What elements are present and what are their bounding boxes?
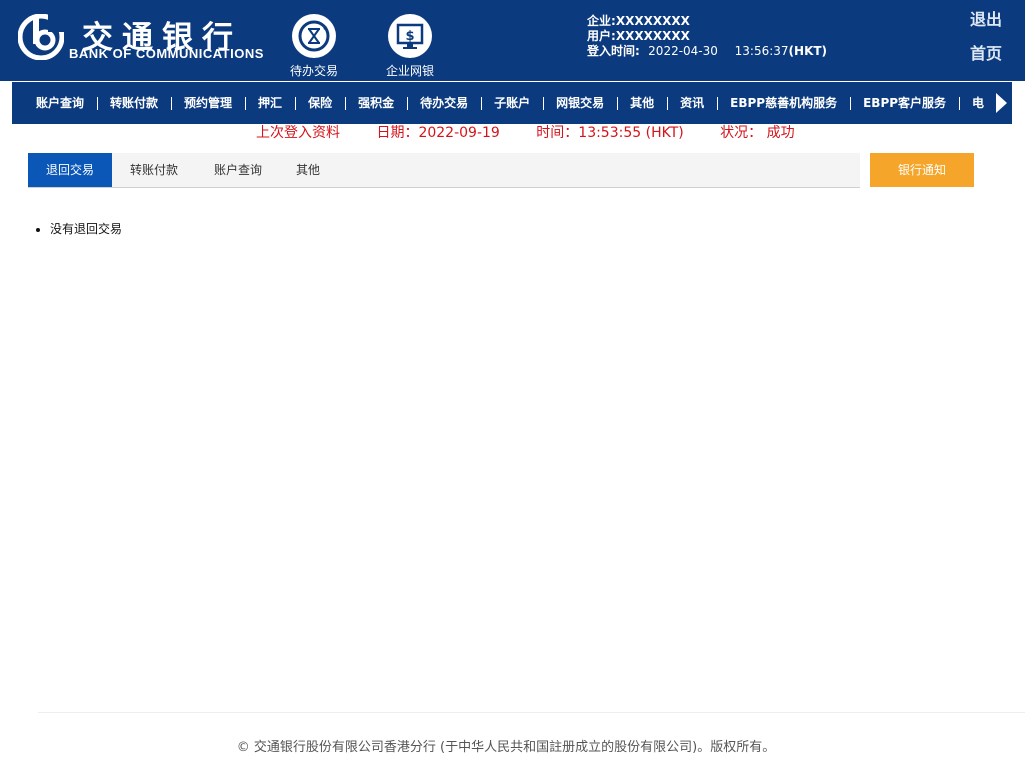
company-label: 企业: <box>587 14 616 28</box>
login-timezone: (HKT) <box>788 44 828 58</box>
corporate-banking-label: 企业网银 <box>385 64 434 78</box>
nav-item-others[interactable]: 其他 <box>617 82 667 124</box>
tab-transfer[interactable]: 转账付款 <box>112 153 196 187</box>
last-login-info: 上次登入资料 日期：2022-09-19 时间：13:53:55 (HKT) 状… <box>256 122 827 142</box>
returned-transactions-list: 没有退回交易 <box>32 218 122 240</box>
nav-item-bills[interactable]: 押汇 <box>245 82 295 124</box>
top-header: 交通银行 BANK OF COMMUNICATIONS 待办交易 $ 企业网银 … <box>0 0 1025 81</box>
tab-others[interactable]: 其他 <box>280 153 336 187</box>
nav-item-ebpp-customer[interactable]: EBPP客户服务 <box>850 82 959 124</box>
last-login-date: 日期：2022-09-19 <box>376 125 500 141</box>
home-link[interactable]: 首页 <box>970 40 1002 64</box>
nav-item-pending[interactable]: 待办交易 <box>407 82 481 124</box>
user-label: 用户: <box>587 29 616 43</box>
nav-item-ebpp-charity[interactable]: EBPP慈善机构服务 <box>717 82 850 124</box>
login-date: 2022-04-30 <box>648 44 718 58</box>
nav-item-online-transactions[interactable]: 网银交易 <box>543 82 617 124</box>
user-value: XXXXXXXX <box>615 29 690 43</box>
footer-divider <box>38 712 1025 713</box>
logo-english-text: BANK OF COMMUNICATIONS <box>69 46 264 61</box>
last-login-title: 上次登入资料 <box>256 125 340 141</box>
list-item: 没有退回交易 <box>50 218 122 240</box>
pending-transactions-button[interactable]: 待办交易 <box>274 14 354 79</box>
login-time-label: 登入时间: <box>587 44 640 58</box>
nav-item-account-inquiry[interactable]: 账户查询 <box>24 82 97 124</box>
last-login-status: 状况： 成功 <box>720 125 795 141</box>
bank-notice-button[interactable]: 银行通知 <box>870 153 974 187</box>
corporate-banking-button[interactable]: $ 企业网银 <box>370 14 450 79</box>
bank-logo-icon <box>18 14 64 60</box>
nav-item-insurance[interactable]: 保险 <box>295 82 345 124</box>
tab-account-inquiry[interactable]: 账户查询 <box>196 153 280 187</box>
svg-text:$: $ <box>405 29 414 44</box>
company-value: XXXXXXXX <box>615 14 690 28</box>
nav-item-transfer[interactable]: 转账付款 <box>97 82 171 124</box>
nav-scroll-right-button[interactable] <box>990 82 1012 124</box>
tab-bar: 退回交易 转账付款 账户查询 其他 <box>28 153 860 188</box>
arrow-right-icon <box>995 93 1007 113</box>
footer-copyright: © 交通银行股份有限公司香港分行 (于中华人民共和国註册成立的股份有限公司)。版… <box>236 740 776 755</box>
logout-link[interactable]: 退出 <box>970 6 1002 30</box>
hourglass-refresh-icon <box>298 20 330 52</box>
user-info: 企业:XXXXXXXX 用户:XXXXXXXX 登入时间: 2022-04-30… <box>587 14 827 59</box>
nav-item-news[interactable]: 资讯 <box>667 82 717 124</box>
nav-item-sub-account[interactable]: 子账户 <box>481 82 543 124</box>
pending-transactions-label: 待办交易 <box>289 64 338 78</box>
login-time: 13:56:37 <box>734 44 789 58</box>
bank-logo[interactable]: 交通银行 BANK OF COMMUNICATIONS <box>18 12 268 68</box>
tab-returned-transactions[interactable]: 退回交易 <box>28 153 112 187</box>
nav-item-mpf[interactable]: 强积金 <box>345 82 407 124</box>
monitor-dollar-icon: $ <box>396 23 424 49</box>
last-login-time: 时间：13:53:55 (HKT) <box>536 125 684 141</box>
nav-item-scheduled[interactable]: 预约管理 <box>171 82 245 124</box>
main-nav: 账户查询 转账付款 预约管理 押汇 保险 强积金 待办交易 子账户 网银交易 其… <box>12 82 1012 124</box>
